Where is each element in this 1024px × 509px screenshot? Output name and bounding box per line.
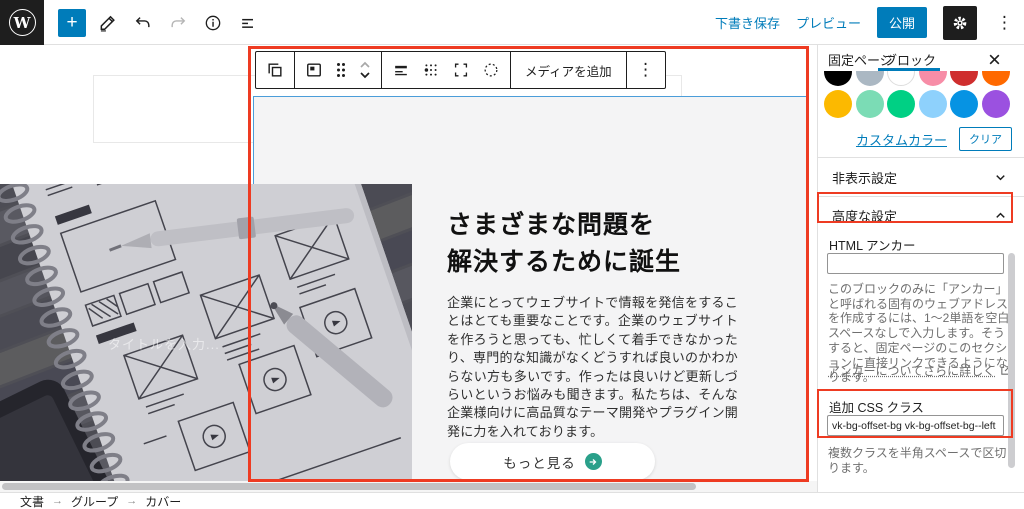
kebab-icon: ⋮ bbox=[634, 60, 657, 80]
content-position-button[interactable] bbox=[416, 55, 446, 85]
custom-color-link[interactable]: カスタムカラー bbox=[856, 130, 947, 149]
pencil-icon bbox=[98, 13, 118, 33]
duotone-circle-icon bbox=[481, 60, 501, 80]
drag-handle[interactable] bbox=[329, 55, 353, 85]
plus-icon: + bbox=[66, 12, 77, 34]
cover-paragraph[interactable]: 企業にとってウェブサイトで情報を発信をすることはとても重要なことです。企業のウェ… bbox=[447, 294, 738, 441]
wordpress-logo-button[interactable]: W bbox=[0, 0, 44, 45]
cover-title-placeholder[interactable]: タイトルを入力... bbox=[108, 334, 220, 353]
palette-actions: カスタムカラー クリア bbox=[856, 127, 1012, 151]
block-options-button[interactable]: ⋮ bbox=[631, 55, 661, 85]
block-toolbar: メディアを追加 ⋮ bbox=[255, 51, 666, 89]
more-link-button[interactable]: もっと見る bbox=[450, 443, 655, 480]
active-tab-underline bbox=[878, 68, 940, 72]
edit-mode-button[interactable] bbox=[95, 10, 121, 36]
sidebar-tabs: 固定ページ ブロック bbox=[818, 45, 1024, 71]
align-icon bbox=[391, 60, 411, 80]
chevron-down-icon bbox=[993, 170, 1008, 185]
breadcrumb: 文書 → グループ → カバー bbox=[0, 492, 1024, 509]
topbar-right-tools: 下書き保存 プレビュー 公開 ⋮ bbox=[715, 0, 1016, 45]
position-grid-icon bbox=[421, 60, 441, 80]
css-class-input[interactable] bbox=[827, 415, 1004, 436]
panel-hidden-settings[interactable]: 非表示設定 bbox=[818, 158, 1024, 196]
breadcrumb-cover[interactable]: カバー bbox=[145, 493, 181, 509]
anchor-learn-more-link[interactable]: アンカーについてさらに詳しく bbox=[828, 362, 995, 379]
chevron-up-icon bbox=[993, 208, 1008, 223]
color-swatch[interactable] bbox=[824, 90, 852, 118]
save-draft-button[interactable]: 下書き保存 bbox=[715, 13, 780, 32]
block-inserter-button[interactable]: + bbox=[58, 9, 86, 37]
drag-dots-icon bbox=[334, 61, 348, 79]
html-anchor-label: HTML アンカー bbox=[829, 235, 916, 254]
css-class-label: 追加 CSS クラス bbox=[829, 397, 924, 416]
publish-button[interactable]: 公開 bbox=[877, 7, 927, 38]
block-switcher-button[interactable] bbox=[299, 55, 329, 85]
breadcrumb-document[interactable]: 文書 bbox=[20, 493, 44, 509]
breadcrumb-group[interactable]: グループ bbox=[71, 493, 118, 509]
block-mover[interactable] bbox=[353, 55, 377, 85]
panel-advanced-settings-label: 高度な設定 bbox=[832, 206, 897, 225]
cover-heading-line2: 解決するために誕生 bbox=[447, 244, 787, 281]
redo-button[interactable] bbox=[165, 10, 191, 36]
full-height-icon bbox=[451, 60, 471, 80]
breadcrumb-separator: → bbox=[52, 495, 63, 507]
horizontal-scrollbar-handle[interactable] bbox=[2, 483, 696, 490]
color-swatch[interactable] bbox=[919, 90, 947, 118]
list-view-icon bbox=[238, 13, 258, 33]
list-view-button[interactable] bbox=[235, 10, 261, 36]
settings-toggle-button[interactable] bbox=[943, 6, 977, 40]
wordpress-block-editor: W + bbox=[0, 0, 1024, 509]
css-class-help-text: 複数クラスを半角スペースで区切ります。 bbox=[828, 446, 1010, 475]
undo-icon bbox=[133, 13, 153, 33]
settings-sidebar: 固定ページ ブロック カスタムカラー クリア 非表示設定 高度な設定 bbox=[818, 45, 1024, 492]
redo-icon bbox=[168, 13, 188, 33]
preview-button[interactable]: プレビュー bbox=[796, 13, 861, 32]
align-button[interactable] bbox=[386, 55, 416, 85]
add-media-button[interactable]: メディアを追加 bbox=[515, 61, 622, 80]
details-button[interactable] bbox=[200, 10, 226, 36]
cover-heading-line1: さまざまな問題を bbox=[447, 207, 787, 244]
topbar-left-tools: + bbox=[58, 0, 261, 45]
arrow-right-circle-icon bbox=[585, 453, 602, 470]
editor-canvas: タイトルを入力... さまざまな問題を 解決するために誕生 企業にとってウェブサ… bbox=[0, 45, 818, 492]
close-sidebar-button[interactable] bbox=[985, 50, 1003, 68]
sidebar-scrollbar-handle[interactable] bbox=[1008, 253, 1015, 468]
color-swatch[interactable] bbox=[856, 90, 884, 118]
undo-button[interactable] bbox=[130, 10, 156, 36]
duotone-filter-button[interactable] bbox=[476, 55, 506, 85]
wordpress-logo-icon: W bbox=[9, 9, 36, 36]
editor-topbar: W + bbox=[0, 0, 1024, 45]
info-icon bbox=[203, 13, 223, 33]
clear-color-button[interactable]: クリア bbox=[959, 127, 1012, 151]
cover-block-icon bbox=[304, 60, 324, 80]
parent-block-icon bbox=[265, 60, 285, 80]
html-anchor-input[interactable] bbox=[827, 253, 1004, 274]
options-menu-button[interactable]: ⋮ bbox=[993, 13, 1016, 33]
horizontal-scrollbar[interactable] bbox=[0, 481, 818, 492]
color-swatch[interactable] bbox=[982, 90, 1010, 118]
panel-hidden-settings-label: 非表示設定 bbox=[832, 168, 897, 187]
full-height-toggle-button[interactable] bbox=[446, 55, 476, 85]
color-palette-row-2 bbox=[824, 90, 1010, 118]
anchor-learn-more[interactable]: アンカーについてさらに詳しく bbox=[828, 362, 1011, 379]
color-swatch[interactable] bbox=[950, 90, 978, 118]
color-swatch[interactable] bbox=[887, 90, 915, 118]
more-button-label: もっと見る bbox=[503, 452, 576, 472]
gear-icon bbox=[951, 14, 969, 32]
cover-block-image[interactable]: タイトルを入力... bbox=[0, 184, 412, 482]
close-icon bbox=[988, 53, 1001, 66]
move-up-down-icon bbox=[357, 59, 373, 81]
panel-advanced-settings[interactable]: 高度な設定 bbox=[818, 196, 1024, 234]
breadcrumb-separator: → bbox=[126, 495, 137, 507]
wireframe-notebook-photo bbox=[0, 184, 412, 482]
tab-block[interactable]: ブロック bbox=[884, 50, 936, 69]
cover-heading[interactable]: さまざまな問題を 解決するために誕生 bbox=[447, 207, 787, 281]
select-parent-block-button[interactable] bbox=[260, 55, 290, 85]
